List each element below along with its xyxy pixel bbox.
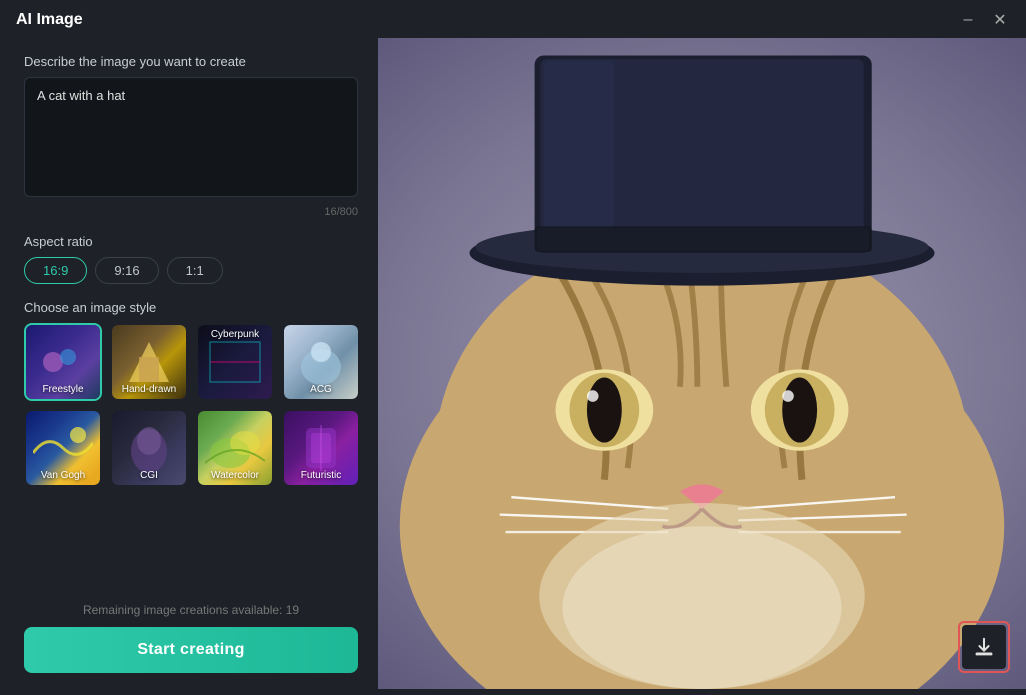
left-panel: Describe the image you want to create A … [0, 38, 378, 689]
ar-169-button[interactable]: 16:9 [24, 257, 87, 284]
right-panel [378, 38, 1026, 689]
style-freestyle-label: Freestyle [26, 384, 100, 395]
close-button[interactable]: ✕ [990, 10, 1010, 30]
prompt-input[interactable]: A cat with a hat [24, 77, 358, 197]
prompt-label: Describe the image you want to create [24, 54, 358, 69]
style-label: Choose an image style [24, 300, 358, 315]
style-vangogh-label: Van Gogh [26, 470, 100, 481]
style-grid: Freestyle Hand-drawn [24, 323, 358, 487]
window-controls: – ✕ [958, 10, 1010, 30]
aspect-ratio-label: Aspect ratio [24, 234, 358, 249]
style-cyberpunk-label: Cyberpunk [198, 329, 272, 340]
aspect-ratio-buttons: 16:9 9:16 1:1 [24, 257, 358, 284]
app-title: AI Image [16, 11, 83, 29]
remaining-text: Remaining image creations available: 19 [24, 603, 358, 617]
style-watercolor-label: Watercolor [198, 470, 272, 481]
start-creating-button[interactable]: Start creating [24, 627, 358, 673]
style-cgi-label: CGI [112, 470, 186, 481]
style-futuristic[interactable]: Futuristic [282, 409, 360, 487]
cat-illustration [378, 38, 1026, 689]
style-cyberpunk[interactable]: Cyberpunk [196, 323, 274, 401]
style-acg[interactable]: ACG [282, 323, 360, 401]
style-futuristic-label: Futuristic [284, 470, 358, 481]
style-handdrawn-label: Hand-drawn [112, 384, 186, 395]
style-freestyle[interactable]: Freestyle [24, 323, 102, 401]
ar-916-button[interactable]: 9:16 [95, 257, 158, 284]
title-bar: AI Image – ✕ [0, 0, 1026, 38]
main-layout: Describe the image you want to create A … [0, 38, 1026, 689]
cat-image [378, 38, 1026, 689]
style-acg-label: ACG [284, 384, 358, 395]
download-button[interactable] [962, 625, 1006, 669]
aspect-ratio-section: Aspect ratio 16:9 9:16 1:1 [24, 234, 358, 284]
ar-11-button[interactable]: 1:1 [167, 257, 223, 284]
style-handdrawn[interactable]: Hand-drawn [110, 323, 188, 401]
prompt-section: Describe the image you want to create A … [24, 54, 358, 234]
minimize-button[interactable]: – [958, 10, 978, 30]
bottom-section: Remaining image creations available: 19 … [24, 593, 358, 673]
download-button-wrapper [958, 621, 1010, 673]
char-count: 16/800 [24, 206, 358, 218]
style-section: Choose an image style Freestyle [24, 300, 358, 487]
style-watercolor[interactable]: Watercolor [196, 409, 274, 487]
style-cgi[interactable]: CGI [110, 409, 188, 487]
style-vangogh[interactable]: Van Gogh [24, 409, 102, 487]
